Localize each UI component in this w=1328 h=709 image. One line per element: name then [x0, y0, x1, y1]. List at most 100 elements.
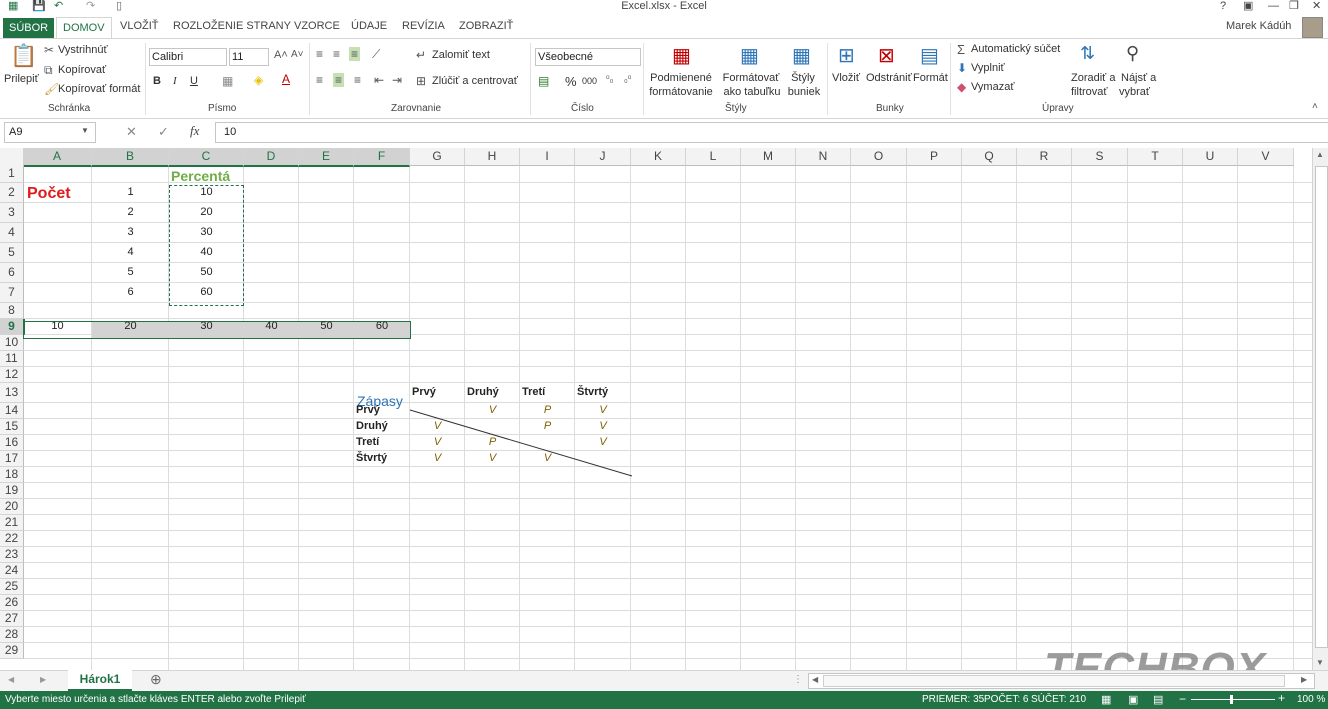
name-box-dropdown-icon[interactable]: ▼ — [81, 126, 89, 135]
font-name-select[interactable]: Calibri — [149, 48, 227, 66]
delete-button[interactable]: Odstrániť — [866, 72, 912, 84]
thousands-button[interactable]: 000 — [582, 76, 597, 86]
align-left-icon[interactable]: ≡ — [316, 73, 323, 87]
align-right-icon[interactable]: ≡ — [354, 73, 361, 87]
sort-filter-line1[interactable]: Zoradiť a — [1071, 72, 1115, 84]
zoom-slider-thumb[interactable] — [1230, 695, 1233, 704]
horizontal-scroll-thumb[interactable] — [823, 675, 1285, 687]
wrap-text-button[interactable]: Zalomiť text — [432, 49, 490, 61]
number-format-select[interactable]: Všeobecné — [535, 48, 641, 66]
format-as-table-line1[interactable]: Formátovať — [720, 72, 782, 84]
percent-button[interactable]: % — [565, 74, 577, 89]
orientation-icon[interactable]: ⟋ — [372, 47, 380, 62]
align-top-icon[interactable]: ≡ — [316, 47, 323, 61]
bold-button[interactable]: B — [153, 75, 161, 87]
collapse-ribbon-icon[interactable]: ˄ — [1312, 101, 1318, 112]
scroll-down-icon[interactable]: ▼ — [1316, 658, 1324, 667]
enter-icon[interactable]: ✓ — [158, 124, 169, 140]
separator — [643, 43, 644, 115]
format-as-table-line2[interactable]: ako tabuľku — [716, 86, 788, 98]
font-color-icon[interactable]: A — [282, 72, 290, 86]
sheet-tab-harok1[interactable]: Hárok1 — [68, 670, 132, 691]
cut-button[interactable]: Vystrihnúť — [58, 44, 108, 56]
cell-styles-line1[interactable]: Štýly — [788, 72, 818, 84]
fill-button[interactable]: Vyplniť — [971, 62, 1005, 74]
increase-indent-icon[interactable]: ⇥ — [392, 73, 402, 87]
decrease-indent-icon[interactable]: ⇤ — [374, 73, 384, 87]
italic-button[interactable]: I — [173, 75, 177, 87]
new-file-icon[interactable]: ▯ — [116, 0, 122, 13]
redo-icon[interactable]: ↷ — [86, 0, 95, 13]
tab-review[interactable]: REVÍZIA — [396, 16, 451, 36]
align-bottom-icon[interactable]: ≡ — [349, 47, 361, 61]
page-layout-view-icon[interactable]: ▣ — [1128, 693, 1138, 706]
clear-button[interactable]: Vymazať — [971, 81, 1014, 93]
copy-button[interactable]: Kopírovať — [58, 64, 106, 76]
tab-file[interactable]: SÚBOR — [3, 18, 55, 38]
align-middle-icon[interactable]: ≡ — [333, 47, 340, 61]
minimize-icon[interactable]: — — [1268, 0, 1279, 13]
conditional-formatting-line1[interactable]: Podmienené — [648, 72, 714, 84]
paste-button[interactable]: Prilepiť — [4, 73, 39, 85]
insert-function-icon[interactable]: fx — [190, 123, 199, 139]
restore-icon[interactable]: ❐ — [1289, 0, 1299, 13]
scroll-left-icon[interactable]: ◀ — [812, 675, 818, 684]
sheet-more-icon[interactable]: ⋮ — [793, 674, 803, 685]
close-icon[interactable]: ✕ — [1312, 0, 1321, 13]
merge-center-button[interactable]: Zlúčiť a centrovať — [432, 75, 518, 87]
increase-font-icon[interactable]: A˄ — [274, 49, 288, 61]
scroll-up-icon[interactable]: ▲ — [1316, 150, 1324, 159]
help-icon[interactable]: ? — [1220, 0, 1226, 13]
prev-sheet-icon[interactable]: ◀ — [8, 675, 14, 684]
autosum-icon: Σ — [957, 42, 966, 57]
format-button[interactable]: Formát — [913, 72, 948, 84]
sort-filter-line2[interactable]: filtrovať — [1071, 86, 1108, 98]
find-select-line1[interactable]: Nájsť a — [1121, 72, 1156, 84]
borders-icon[interactable]: ▦ — [222, 74, 233, 88]
tab-insert[interactable]: VLOŽIŤ — [114, 16, 165, 36]
status-average[interactable]: PRIEMER: 35 — [922, 694, 984, 705]
next-sheet-icon[interactable]: ▶ — [40, 675, 46, 684]
align-center-icon[interactable]: ≡ — [333, 73, 345, 87]
tab-data[interactable]: ÚDAJE — [345, 16, 393, 36]
undo-icon[interactable]: ↶ — [54, 0, 63, 13]
vertical-scrollbar[interactable]: ▲ ▼ — [1312, 148, 1328, 670]
formula-input[interactable]: 10 — [215, 122, 1328, 143]
page-break-view-icon[interactable]: ▤ — [1153, 693, 1163, 706]
avatar[interactable] — [1302, 17, 1323, 38]
cancel-icon[interactable]: ✕ — [126, 124, 137, 140]
tab-page-layout[interactable]: ROZLOŽENIE STRANY — [167, 16, 297, 36]
zoom-in-icon[interactable]: + — [1278, 691, 1285, 705]
save-icon[interactable]: 💾 — [32, 0, 46, 13]
fill-color-icon[interactable]: ◈ — [254, 73, 263, 87]
tab-home[interactable]: DOMOV — [56, 17, 112, 39]
currency-icon[interactable]: ▤ — [538, 74, 549, 88]
format-painter-button[interactable]: Kopírovať formát — [58, 83, 140, 95]
vertical-scroll-thumb[interactable] — [1315, 166, 1328, 648]
increase-decimal-icon[interactable]: ⁰₀ — [606, 74, 613, 85]
zoom-out-icon[interactable]: − — [1179, 692, 1186, 706]
normal-view-icon[interactable]: ▦ — [1101, 693, 1111, 706]
status-count[interactable]: POČET: 6 — [984, 694, 1028, 705]
font-size-select[interactable]: 11 — [229, 48, 269, 66]
decrease-font-icon[interactable]: A˅ — [291, 49, 304, 60]
ribbon-display-icon[interactable]: ▣ — [1243, 0, 1253, 13]
tab-formulas[interactable]: VZORCE — [288, 16, 346, 36]
find-select-line2[interactable]: vybrať — [1119, 86, 1150, 98]
underline-button[interactable]: U — [190, 75, 198, 87]
insert-button[interactable]: Vložiť — [832, 72, 860, 84]
new-sheet-button[interactable]: ⊕ — [150, 671, 162, 688]
wrap-text-icon: ↵ — [416, 48, 427, 62]
cell-styles-line2[interactable]: buniek — [784, 86, 824, 98]
user-name[interactable]: Marek Kádúh — [1226, 20, 1291, 32]
zoom-slider-track[interactable] — [1191, 699, 1275, 700]
horizontal-scrollbar[interactable]: ◀ ▶ — [808, 673, 1315, 689]
conditional-formatting-line2[interactable]: formátovanie — [646, 86, 716, 98]
tab-view[interactable]: ZOBRAZIŤ — [453, 16, 519, 36]
decrease-decimal-icon[interactable]: ₀⁰ — [624, 74, 631, 85]
scroll-right-icon[interactable]: ▶ — [1301, 675, 1307, 684]
zoom-level[interactable]: 100 % — [1297, 694, 1325, 705]
clipboard-group-label: Schránka — [48, 103, 91, 114]
status-sum[interactable]: SÚČET: 210 — [1031, 694, 1086, 705]
autosum-button[interactable]: Automatický súčet — [971, 43, 1060, 55]
